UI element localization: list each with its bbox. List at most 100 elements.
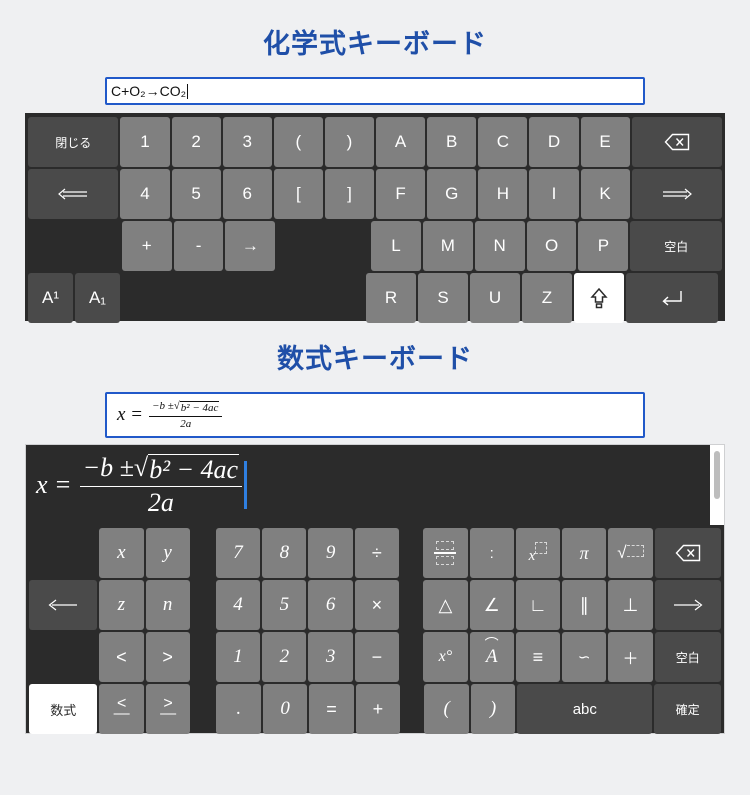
math-key-sqrt-template[interactable]: √	[608, 528, 653, 578]
chem-key-N[interactable]: N	[474, 221, 525, 271]
math-key-decimal[interactable]: .	[216, 684, 261, 734]
math-formula-display[interactable]: x = −b ± √ b² − 4ac 2a	[26, 445, 724, 526]
math-key-multiply[interactable]: ×	[354, 580, 399, 630]
math-key-right-angle[interactable]: ∟	[515, 580, 561, 630]
math-key-divide[interactable]: ÷	[354, 528, 399, 578]
math-key-var-n[interactable]: n	[145, 580, 190, 630]
math-key-colon[interactable]: :	[469, 528, 514, 578]
math-key-less-than[interactable]: <	[99, 632, 144, 682]
chem-superscript-key[interactable]: A¹	[28, 273, 73, 323]
chem-key-I[interactable]: I	[529, 169, 579, 219]
math-key-paren-open[interactable]: (	[424, 684, 469, 734]
math-mode-key[interactable]: 数式	[29, 684, 98, 734]
math-key-1[interactable]: 1	[215, 632, 261, 682]
chem-key-M[interactable]: M	[422, 221, 473, 271]
chem-subscript-key[interactable]: A₁	[75, 273, 120, 323]
chem-key-4[interactable]: 4	[120, 169, 170, 219]
math-key-superscript-template[interactable]: x	[515, 528, 561, 578]
chem-key-bracket-close[interactable]: ]	[324, 169, 375, 219]
math-key-3[interactable]: 3	[308, 632, 353, 682]
math-key-parallel[interactable]: ∥	[562, 580, 607, 630]
math-key-greater-than[interactable]: >	[145, 632, 190, 682]
math-key-7[interactable]: 7	[215, 528, 261, 578]
math-key-equals[interactable]: =	[309, 684, 354, 734]
chem-key-minus[interactable]: -	[173, 221, 224, 271]
chem-key-E[interactable]: E	[580, 117, 630, 167]
math-display-lhs: x =	[36, 470, 72, 499]
math-key-less-equal[interactable]: < —	[99, 684, 144, 734]
chem-key-P[interactable]: P	[578, 221, 629, 271]
chem-key-S[interactable]: S	[418, 273, 468, 323]
chem-space-key[interactable]: 空白	[630, 221, 723, 271]
chem-shift-key[interactable]	[574, 273, 624, 323]
chem-key-H[interactable]: H	[478, 169, 528, 219]
math-key-fraction-template[interactable]	[423, 528, 468, 578]
math-key-6[interactable]: 6	[308, 580, 353, 630]
math-gap-7	[192, 684, 214, 734]
math-key-var-y[interactable]: y	[145, 528, 190, 578]
scrollbar-thumb[interactable]	[714, 451, 720, 499]
math-input-numerator-lead: −b ±	[152, 399, 174, 412]
math-abc-key[interactable]: abc	[517, 684, 653, 734]
backspace-icon	[675, 544, 701, 562]
chem-key-5[interactable]: 5	[171, 169, 221, 219]
chem-key-D[interactable]: D	[529, 117, 579, 167]
math-key-identical[interactable]: ≡	[515, 632, 561, 682]
chem-key-Z[interactable]: Z	[522, 273, 572, 323]
chem-key-G[interactable]: G	[427, 169, 477, 219]
chem-cursor-right-key[interactable]	[631, 169, 723, 219]
math-key-9[interactable]: 9	[308, 528, 353, 578]
math-formula-input[interactable]: x = −b ± √ b² − 4ac 2a	[105, 392, 645, 438]
arrow-right-icon	[662, 188, 692, 200]
math-key-5[interactable]: 5	[262, 580, 307, 630]
chem-key-plus[interactable]: +	[121, 221, 172, 271]
math-key-degree[interactable]: x°	[423, 632, 468, 682]
chem-backspace-key[interactable]	[631, 117, 723, 167]
chem-key-bracket-open[interactable]: [	[273, 169, 323, 219]
math-key-paren-close[interactable]: )	[470, 684, 516, 734]
chem-key-arrow[interactable]: →	[225, 221, 276, 271]
math-key-pi[interactable]: π	[562, 528, 607, 578]
chem-key-L[interactable]: L	[371, 221, 421, 271]
chem-close-key[interactable]: 閉じる	[28, 117, 119, 167]
math-display-scrollbar[interactable]	[710, 445, 724, 525]
chem-key-A[interactable]: A	[376, 117, 426, 167]
math-backspace-key[interactable]	[654, 528, 721, 578]
chem-key-F[interactable]: F	[376, 169, 426, 219]
chem-key-R[interactable]: R	[366, 273, 416, 323]
chemistry-formula-input[interactable]: C+O₂→CO₂	[105, 77, 645, 105]
math-key-perpendicular[interactable]: ⊥	[608, 580, 653, 630]
chem-key-2[interactable]: 2	[171, 117, 221, 167]
math-space-key[interactable]: 空白	[654, 632, 721, 682]
chem-key-paren-open[interactable]: (	[273, 117, 323, 167]
chem-key-B[interactable]: B	[427, 117, 477, 167]
math-confirm-key[interactable]: 確定	[654, 684, 721, 734]
math-key-plus-sym[interactable]: ＋	[608, 632, 653, 682]
chem-key-C[interactable]: C	[478, 117, 528, 167]
math-key-similar[interactable]: ∽	[562, 632, 607, 682]
math-display-fraction: −b ± √ b² − 4ac 2a	[79, 453, 243, 518]
chem-cursor-left-key[interactable]	[28, 169, 119, 219]
chem-key-K[interactable]: K	[580, 169, 630, 219]
math-key-arc[interactable]: A	[469, 632, 514, 682]
math-key-subtract[interactable]: −	[354, 632, 399, 682]
math-key-add[interactable]: +	[355, 684, 401, 734]
math-key-var-x[interactable]: x	[99, 528, 144, 578]
math-key-0[interactable]: 0	[262, 684, 308, 734]
math-cursor-right-key[interactable]	[654, 580, 721, 630]
math-key-var-z[interactable]: z	[99, 580, 144, 630]
math-key-triangle[interactable]: △	[423, 580, 468, 630]
chem-enter-key[interactable]	[626, 273, 718, 323]
chem-key-3[interactable]: 3	[222, 117, 272, 167]
math-key-angle[interactable]: ∠	[469, 580, 514, 630]
chem-key-6[interactable]: 6	[222, 169, 272, 219]
chem-key-1[interactable]: 1	[120, 117, 170, 167]
math-cursor-left-key[interactable]	[29, 580, 98, 630]
chem-key-O[interactable]: O	[526, 221, 577, 271]
math-key-greater-equal[interactable]: > —	[145, 684, 191, 734]
math-key-2[interactable]: 2	[262, 632, 307, 682]
math-key-8[interactable]: 8	[262, 528, 307, 578]
math-key-4[interactable]: 4	[215, 580, 261, 630]
chem-key-paren-close[interactable]: )	[324, 117, 375, 167]
chem-key-U[interactable]: U	[470, 273, 520, 323]
